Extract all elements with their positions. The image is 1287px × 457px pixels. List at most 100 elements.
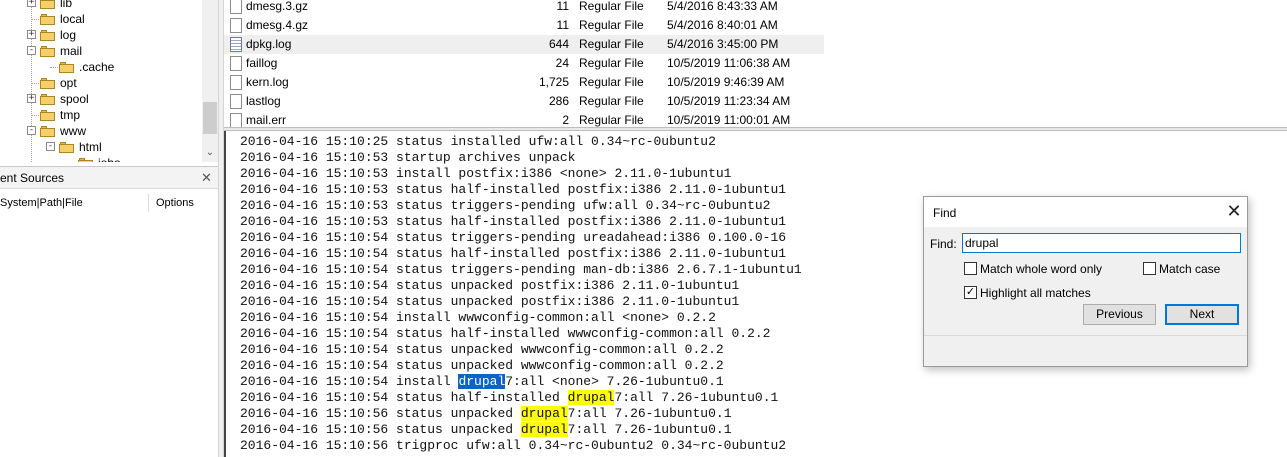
tree-item[interactable]: - html (0, 139, 200, 155)
tree-item[interactable]: + spool (0, 91, 200, 107)
file-type: Regular File (579, 37, 644, 51)
tree-item[interactable]: local (0, 11, 200, 27)
match-case-checkbox[interactable] (1143, 262, 1156, 275)
file-size: 2 (562, 113, 569, 127)
tree-item[interactable]: - mail (0, 43, 200, 59)
find-input[interactable] (962, 233, 1241, 253)
collapse-icon[interactable]: - (46, 142, 55, 151)
file-date: 10/5/2019 11:06:38 AM (667, 56, 791, 70)
folder-icon (78, 158, 94, 162)
log-line: 2016-04-16 15:10:54 status half-installe… (240, 390, 778, 406)
previous-button[interactable]: Previous (1083, 304, 1156, 325)
expand-icon[interactable]: + (27, 0, 36, 7)
file-name: mail.err (246, 113, 287, 127)
search-match-highlight: drupal (520, 422, 568, 437)
dialog-divider (924, 335, 1247, 336)
next-button[interactable]: Next (1165, 304, 1239, 325)
close-icon[interactable]: ✕ (1224, 201, 1244, 221)
file-row[interactable]: dmesg.3.gz 11 Regular File 5/4/2016 8:43:33… (224, 0, 824, 16)
file-row[interactable]: mail.err 2 Regular File 10/5/2019 11:00:01 … (224, 111, 824, 128)
log-line: 2016-04-16 15:10:54 status half-installe… (240, 326, 771, 342)
column-header-options[interactable]: Options (156, 197, 194, 209)
file-row[interactable]: dpkg.log 644 Regular File 5/4/2016 3:45:00 … (224, 35, 824, 54)
log-line: 2016-04-16 15:10:54 status unpacked post… (240, 278, 739, 294)
log-line: 2016-04-16 15:10:54 status triggers-pend… (240, 230, 786, 246)
file-date: 5/4/2016 8:43:33 AM (667, 0, 778, 13)
tree-item-label: opt (60, 76, 77, 90)
log-line-text: 7:all <none> 7.26-1ubuntu0.1 (505, 374, 724, 389)
collapse-icon[interactable]: - (27, 126, 36, 135)
log-line: 2016-04-16 15:10:54 status unpacked wwwc… (240, 342, 724, 358)
expand-icon[interactable]: + (27, 30, 36, 39)
find-dialog: Find ✕ Find: Match whole word only Match… (923, 196, 1248, 367)
file-date: 10/5/2019 11:00:01 AM (667, 113, 791, 127)
file-row[interactable]: kern.log 1,725 Regular File 10/5/2019 9:46:… (224, 73, 824, 92)
log-line-text: 7:all 7.26-1ubuntu0.1 (567, 406, 732, 421)
expand-icon[interactable]: + (27, 94, 36, 103)
log-line: 2016-04-16 15:10:56 status unpacked drup… (240, 422, 732, 438)
tree-item-label: mail (60, 44, 83, 58)
folder-icon (40, 78, 56, 89)
file-type: Regular File (579, 18, 644, 32)
folder-icon (59, 62, 75, 73)
file-date: 10/5/2019 9:46:39 AM (667, 75, 785, 89)
match-whole-word-label[interactable]: Match whole word only (980, 262, 1102, 276)
tree-scrollbar-thumb[interactable] (203, 102, 217, 134)
file-icon (230, 113, 242, 128)
log-line: 2016-04-16 15:10:56 trigproc ufw:all 0.3… (240, 438, 786, 454)
folder-icon (40, 30, 56, 41)
tree-item-label: log (60, 28, 77, 42)
highlight-all-label[interactable]: Highlight all matches (980, 286, 1091, 300)
find-dialog-titlebar[interactable]: Find ✕ (924, 197, 1247, 227)
log-line-text: 2016-04-16 15:10:54 status triggers-pend… (240, 262, 802, 277)
log-line-text: 2016-04-16 15:10:25 status installed ufw… (240, 134, 716, 149)
tree-item[interactable]: + lib (0, 0, 200, 11)
tree-item-label: www (60, 124, 86, 138)
match-case-label[interactable]: Match case (1159, 262, 1220, 276)
folder-icon (40, 126, 56, 137)
tree-item[interactable]: - www (0, 123, 200, 139)
file-list: dmesg.3.gz 11 Regular File 5/4/2016 8:43:33… (224, 0, 1287, 128)
log-line-text: 2016-04-16 15:10:54 status half-installe… (240, 390, 568, 405)
file-size: 644 (548, 37, 569, 51)
highlight-all-checkbox[interactable]: ✓ (964, 286, 977, 299)
tree-item[interactable]: + log (0, 27, 200, 43)
log-line: 2016-04-16 15:10:56 status unpacked drup… (240, 406, 732, 422)
log-line: 2016-04-16 15:10:53 status half-installe… (240, 214, 786, 230)
search-match-highlight: drupal (520, 406, 568, 421)
column-header-path[interactable]: System|Path|File (0, 197, 83, 209)
log-line-text: 7:all 7.26-1ubuntu0.1 (614, 390, 779, 405)
folder-icon (40, 46, 56, 57)
file-row[interactable]: dmesg.4.gz 11 Regular File 5/4/2016 8:40:01… (224, 16, 824, 35)
log-line-text: 2016-04-16 15:10:53 startup archives unp… (240, 150, 576, 165)
scroll-down-icon[interactable]: ⌄ (202, 146, 218, 160)
column-divider[interactable] (148, 194, 149, 212)
file-name: dmesg.4.gz (246, 18, 309, 32)
event-sources-title: ent Sources (0, 171, 65, 185)
collapse-icon[interactable]: - (27, 46, 36, 55)
tree-item[interactable]: tmp (0, 107, 200, 123)
file-type: Regular File (579, 113, 644, 127)
file-icon (230, 56, 242, 71)
log-file-icon (230, 37, 242, 52)
tree-connector (50, 67, 58, 68)
log-line: 2016-04-16 15:10:54 status half-installe… (240, 246, 786, 262)
file-type: Regular File (579, 0, 644, 13)
tree-item[interactable]: opt (0, 75, 200, 91)
file-date: 10/5/2019 11:23:34 AM (667, 94, 791, 108)
close-icon[interactable]: ✕ (201, 167, 215, 189)
tree-scrollbar[interactable]: ⌄ (202, 0, 218, 162)
find-dialog-title: Find (933, 206, 957, 220)
log-line-text: 2016-04-16 15:10:56 trigproc ufw:all 0.3… (240, 438, 787, 453)
checkmark-icon: ✓ (965, 286, 976, 298)
match-whole-word-checkbox[interactable] (964, 262, 977, 275)
file-row[interactable]: lastlog 286 Regular File 10/5/2019 11:23:34… (224, 92, 824, 111)
file-row[interactable]: faillog 24 Regular File 10/5/2019 11:06:38 … (224, 54, 824, 73)
tree-item-label: lib (60, 0, 73, 10)
file-name: faillog (246, 56, 278, 70)
log-line-text: 2016-04-16 15:10:54 status half-installe… (240, 246, 787, 261)
tree-item[interactable]: joho (0, 155, 200, 162)
log-line: 2016-04-16 15:10:53 status triggers-pend… (240, 198, 771, 214)
tree-item[interactable]: .cache (0, 59, 200, 75)
file-date: 5/4/2016 8:40:01 AM (667, 18, 778, 32)
